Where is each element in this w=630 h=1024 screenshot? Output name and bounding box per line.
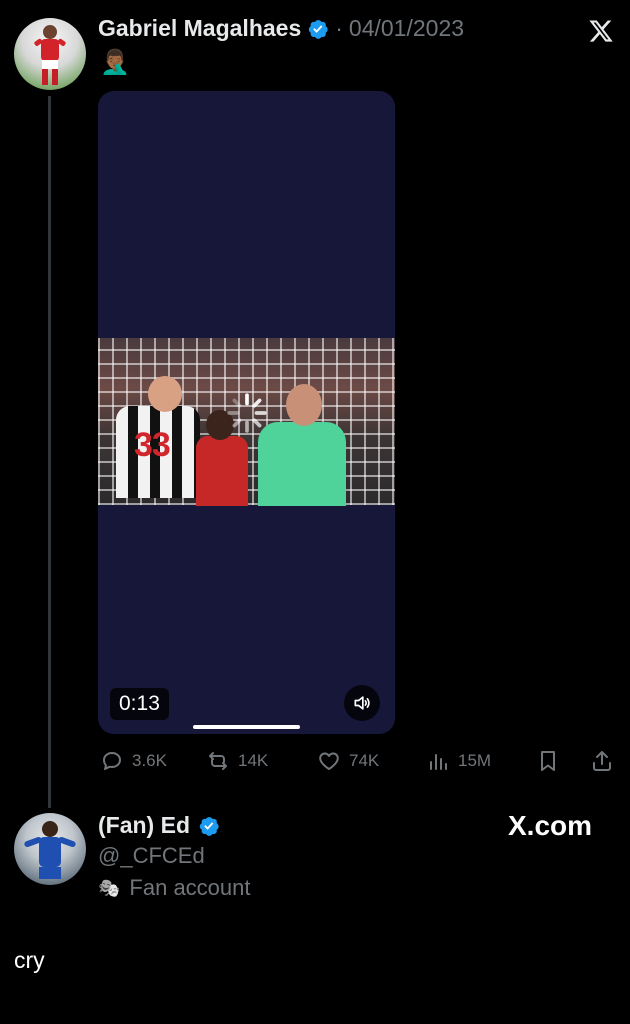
like-count: 74K bbox=[349, 751, 380, 770]
account-label: 🎭 Fan account bbox=[98, 875, 251, 901]
verified-badge-icon bbox=[199, 816, 219, 836]
volume-button[interactable] bbox=[344, 685, 380, 721]
repost-icon bbox=[209, 752, 227, 770]
verified-badge-icon bbox=[309, 19, 328, 39]
goalkeeper-head bbox=[286, 384, 322, 426]
reply-author-avatar[interactable] bbox=[14, 813, 86, 885]
video-player[interactable]: 33 0:13 bbox=[98, 91, 395, 734]
reply-icon bbox=[103, 752, 121, 770]
video-frame: 33 bbox=[98, 338, 395, 506]
x-logo-icon[interactable] bbox=[588, 18, 614, 44]
reply-text: cry bbox=[14, 947, 45, 973]
player-red-shirt bbox=[196, 436, 248, 506]
share-icon[interactable] bbox=[590, 749, 614, 773]
speaker-icon bbox=[354, 696, 370, 710]
repost-count: 14K bbox=[238, 751, 269, 770]
view-count: 15M bbox=[458, 751, 492, 770]
bookmark-icon[interactable] bbox=[536, 749, 560, 773]
author-name[interactable]: Gabriel Magalhaes bbox=[98, 15, 301, 42]
video-progress-handle[interactable] bbox=[193, 725, 300, 729]
date-separator: · bbox=[335, 15, 343, 41]
author-avatar[interactable] bbox=[14, 18, 86, 90]
goalkeeper-green-shirt bbox=[258, 422, 346, 506]
reply-button[interactable]: 3.6K bbox=[100, 749, 167, 773]
player-figure-icon bbox=[24, 821, 76, 879]
reply-author-handle[interactable]: @_CFCEd bbox=[98, 843, 205, 869]
analytics-icon bbox=[430, 754, 447, 770]
heart-icon bbox=[319, 752, 339, 770]
reply-count: 3.6K bbox=[132, 751, 167, 770]
views-button[interactable]: 15M bbox=[426, 749, 491, 773]
loading-spinner-icon bbox=[227, 393, 267, 433]
post-date[interactable]: 04/01/2023 bbox=[349, 15, 464, 42]
repost-button[interactable]: 14K bbox=[206, 749, 268, 773]
account-label-text: Fan account bbox=[129, 875, 251, 900]
player-head bbox=[148, 376, 182, 412]
like-button[interactable]: 74K bbox=[317, 749, 379, 773]
shirt-number: 33 bbox=[134, 426, 171, 464]
brand-link[interactable]: X.com bbox=[508, 810, 592, 842]
reply-author-name[interactable]: (Fan) Ed bbox=[98, 812, 190, 839]
thread-connector-line bbox=[48, 96, 51, 808]
video-duration: 0:13 bbox=[110, 688, 169, 720]
theater-masks-icon: 🎭 bbox=[98, 877, 121, 898]
player-figure-icon bbox=[34, 25, 66, 85]
post-text: 🤦🏾‍♂️ bbox=[100, 49, 130, 76]
